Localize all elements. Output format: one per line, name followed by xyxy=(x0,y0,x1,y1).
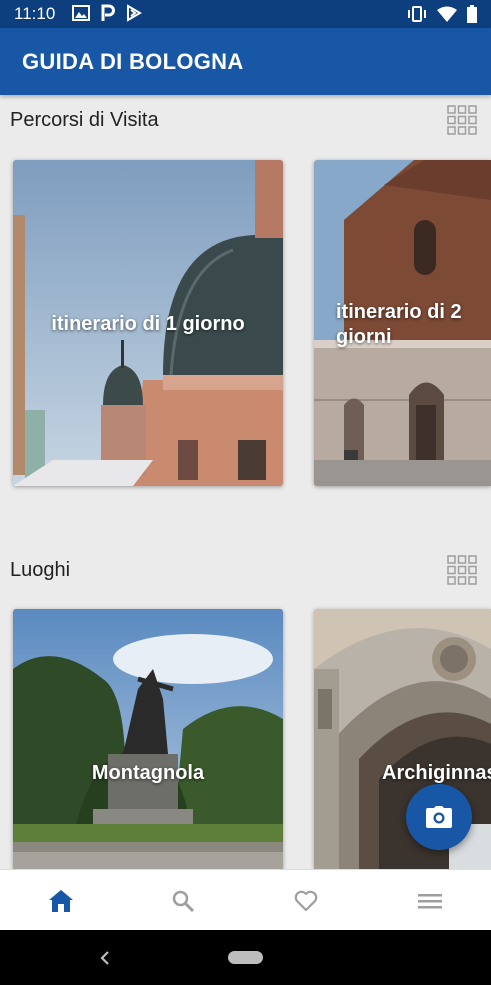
status-time: 11:10 xyxy=(14,4,56,23)
nav-favorites[interactable] xyxy=(245,870,367,931)
section-title-percorsi: Percorsi di Visita xyxy=(10,109,159,131)
card-itinerario-1-giorno[interactable]: itinerario di 1 giorno xyxy=(13,160,283,486)
card-label: itinerario di 2 giorni xyxy=(336,301,462,348)
card-montagnola[interactable]: Montagnola xyxy=(13,609,283,869)
parking-icon xyxy=(101,4,115,21)
card-label: Archiginnasio xyxy=(382,762,491,784)
search-icon xyxy=(172,890,194,912)
vibrate-icon xyxy=(408,6,426,22)
app-bar: GUIDA DI BOLOGNA xyxy=(0,28,491,95)
flag-icon xyxy=(127,4,142,22)
nav-home[interactable] xyxy=(0,870,122,931)
card-label: Montagnola xyxy=(91,762,205,784)
monument-park-photo xyxy=(13,609,283,869)
grid-view-icon[interactable] xyxy=(447,555,477,585)
status-bar: 11:10 xyxy=(0,0,491,28)
wifi-icon xyxy=(437,6,457,22)
back-icon[interactable] xyxy=(98,950,112,966)
bottom-navigation xyxy=(0,869,491,931)
battery-icon xyxy=(467,5,477,23)
gallery-icon xyxy=(72,5,90,21)
home-icon xyxy=(49,889,73,912)
app-title: GUIDA DI BOLOGNA xyxy=(22,49,244,74)
system-navigation-bar xyxy=(0,930,491,985)
card-label: itinerario di 1 giorno xyxy=(51,313,245,335)
menu-icon xyxy=(418,893,442,908)
grid-view-icon[interactable] xyxy=(447,105,477,135)
section-title-luoghi: Luoghi xyxy=(10,559,71,581)
heart-icon xyxy=(294,890,318,911)
camera-button[interactable] xyxy=(406,784,472,850)
card-itinerario-2-giorni[interactable]: itinerario di 2 giorni xyxy=(314,160,491,486)
nav-menu[interactable] xyxy=(369,870,491,931)
home-pill-button[interactable] xyxy=(228,951,263,964)
nav-search[interactable] xyxy=(122,870,244,931)
camera-icon xyxy=(426,806,452,828)
